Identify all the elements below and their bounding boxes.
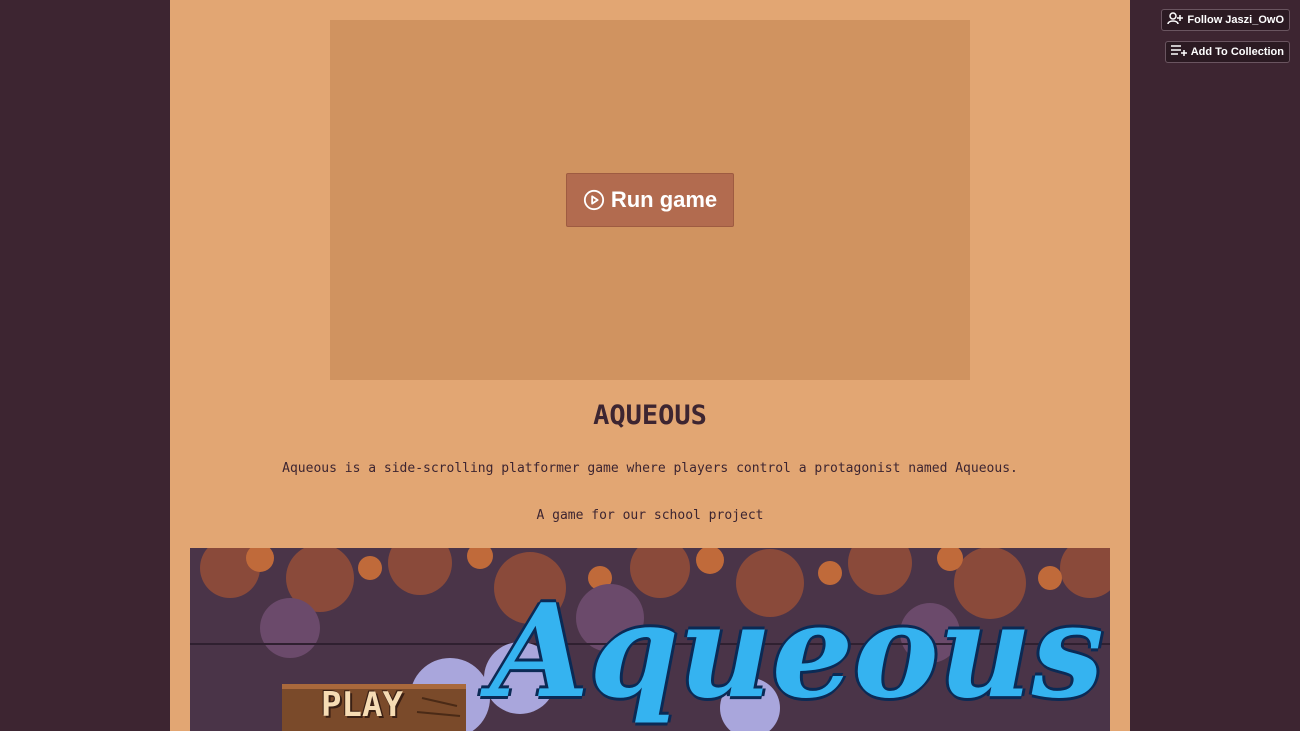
game-title: AQUEOUS xyxy=(593,400,707,431)
banner-logo-text: Aqueous xyxy=(490,577,1104,727)
run-game-label: Run game xyxy=(610,187,718,212)
follow-label: Follow Jaszi_OwO xyxy=(1187,14,1284,26)
page-column: Run game AQUEOUS Aqueous is a side-scrol… xyxy=(170,0,1130,731)
run-game-button[interactable]: Run game xyxy=(566,173,734,227)
game-description: Aqueous is a side-scrolling platformer g… xyxy=(282,461,1018,476)
game-banner-image: PLAY Aqueous xyxy=(190,548,1110,731)
play-circle-icon xyxy=(583,189,605,211)
add-to-collection-button[interactable]: Add To Collection xyxy=(1164,41,1290,63)
playlist-add-icon xyxy=(1170,44,1187,60)
add-to-collection-label: Add To Collection xyxy=(1190,46,1284,58)
banner-play-sign: PLAY xyxy=(282,678,466,731)
game-note: A game for our school project xyxy=(536,508,764,523)
banner-play-text: PLAY xyxy=(321,684,403,725)
user-plus-icon xyxy=(1167,12,1184,28)
game-frame[interactable]: Run game xyxy=(330,20,970,380)
follow-button[interactable]: Follow Jaszi_OwO xyxy=(1161,9,1290,31)
